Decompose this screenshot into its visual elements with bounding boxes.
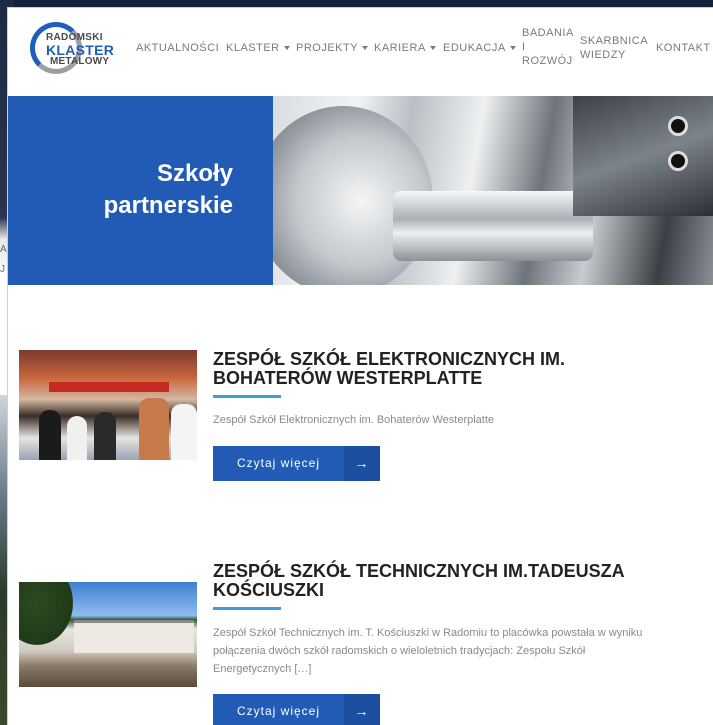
- read-more-button[interactable]: Czytaj więcej →: [213, 694, 380, 725]
- background-text: A J: [0, 244, 7, 275]
- nav-item-klaster[interactable]: KLASTER: [226, 42, 290, 54]
- nav-item-skarbnica-wiedzy[interactable]: SKARBNICA WIEDZY: [580, 34, 648, 62]
- school-title[interactable]: ZESPÓŁ SZKÓŁ TECHNICZNYCH IM.TADEUSZA KO…: [213, 562, 653, 600]
- arrow-right-icon: →: [344, 694, 380, 725]
- school-description: Zespół Szkół Elektronicznych im. Bohater…: [213, 414, 495, 426]
- hero-banner: Szkoły partnerskie: [8, 96, 713, 285]
- nav-item-kontakt[interactable]: KONTAKT: [656, 42, 711, 54]
- nav-item-projekty[interactable]: PROJEKTY: [296, 42, 369, 54]
- arrow-right-icon: →: [344, 446, 380, 481]
- chevron-down-icon: [429, 46, 436, 51]
- nav-item-badania[interactable]: BADANIA I ROZWÓJ: [522, 26, 574, 68]
- site-header: RADOMSKI KLASTER METALOWY AKTUALNOŚCI KL…: [8, 8, 713, 96]
- chevron-down-icon: [283, 46, 290, 51]
- site-logo[interactable]: RADOMSKI KLASTER METALOWY: [30, 18, 126, 80]
- title-underline: [213, 607, 281, 610]
- chevron-down-icon: [509, 46, 516, 51]
- nav-item-kariera[interactable]: KARIERA: [374, 42, 436, 54]
- hero-image-lathe: [273, 96, 713, 285]
- nav-item-aktualnosci[interactable]: AKTUALNOŚCI: [136, 42, 219, 54]
- logo-text-line3: METALOWY: [50, 56, 110, 67]
- title-underline: [213, 395, 281, 398]
- chevron-down-icon: [362, 46, 369, 51]
- nav-item-edukacja[interactable]: EDUKACJA: [443, 42, 516, 54]
- browser-window: RADOMSKI KLASTER METALOWY AKTUALNOŚCI KL…: [8, 8, 713, 725]
- school-description: Zespół Szkół Technicznych im. T. Kościus…: [213, 627, 643, 675]
- hero-title-panel: Szkoły partnerskie: [8, 96, 273, 285]
- school-photo[interactable]: [19, 350, 197, 460]
- read-more-button[interactable]: Czytaj więcej →: [213, 446, 380, 481]
- page-title: Szkoły partnerskie: [103, 160, 233, 219]
- school-title[interactable]: ZESPÓŁ SZKÓŁ ELEKTRONICZNYCH IM. BOHATER…: [213, 350, 653, 388]
- school-photo[interactable]: [19, 582, 197, 687]
